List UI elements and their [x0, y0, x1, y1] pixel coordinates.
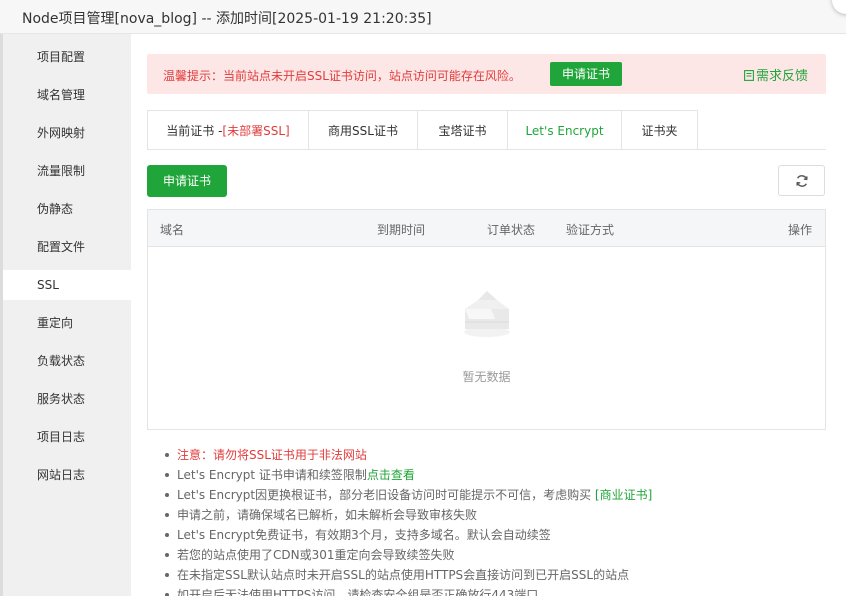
commercial-cert-link[interactable]: [商业证书]: [595, 488, 652, 502]
sidebar-item-config-file[interactable]: 配置文件: [3, 232, 131, 262]
note-item: Let's Encrypt 证书申请和续签限制点击查看: [165, 465, 837, 485]
note-item: 在未指定SSL默认站点时未开启SSL的站点使用HTTPS会直接访问到已开启SSL…: [165, 565, 837, 585]
note-item: 申请之前，请确保域名已解析，如未解析会导致审核失败: [165, 505, 837, 525]
note-item: Let's Encrypt因更换根证书，部分老旧设备访问时可能提示不可信，考虑购…: [165, 485, 837, 505]
tab-current-cert-status: [未部署SSL]: [222, 124, 290, 138]
sidebar-item-rewrite[interactable]: 伪静态: [3, 194, 131, 224]
apply-cert-button[interactable]: 申请证书: [147, 165, 227, 197]
view-limit-link[interactable]: 点击查看: [367, 468, 415, 482]
sidebar-item-ssl[interactable]: SSL: [3, 270, 131, 300]
feedback-link[interactable]: 需求反馈: [744, 65, 808, 84]
tab-current-cert-label: 当前证书 -: [166, 124, 223, 138]
warning-alert: 温馨提示：当前站点未开启SSL证书访问，站点访问可能存在风险。 申请证书 需求反…: [147, 54, 826, 94]
sidebar-item-traffic-limit[interactable]: 流量限制: [3, 156, 131, 186]
window-title: Node项目管理[nova_blog] -- 添加时间[2025-01-19 2…: [22, 11, 432, 27]
note-item: 注意：请勿将SSL证书用于非法网站: [165, 445, 837, 465]
column-expiry: 到期时间: [377, 223, 426, 237]
sidebar-item-project-log[interactable]: 项目日志: [3, 422, 131, 452]
sidebar-item-service-status[interactable]: 服务状态: [3, 384, 131, 414]
close-button[interactable]: [832, 0, 846, 14]
table-header: 域名 到期时间 订单状态 验证方式 操作: [148, 210, 825, 247]
sidebar-item-project-config[interactable]: 项目配置: [3, 42, 131, 72]
tab-commercial-ssl[interactable]: 商用SSL证书: [308, 110, 418, 150]
tab-cert-folder[interactable]: 证书夹: [621, 110, 698, 150]
sidebar: 项目配置 域名管理 外网映射 流量限制 伪静态 配置文件 SSL 重定向 负载状…: [0, 34, 131, 596]
feedback-label: 需求反馈: [756, 69, 809, 84]
empty-box-icon: [464, 291, 510, 337]
tabs-divider: [147, 149, 826, 150]
sidebar-item-load-status[interactable]: 负载状态: [3, 346, 131, 376]
note-item: Let's Encrypt免费证书，有效期3个月，支持多域名。默认会自动续签: [165, 525, 837, 545]
refresh-button[interactable]: [778, 165, 825, 196]
note-text: Let's Encrypt因更换根证书，部分老旧设备访问时可能提示不可信，考虑购…: [177, 488, 595, 502]
tab-letsencrypt[interactable]: Let's Encrypt: [507, 110, 622, 150]
note-item: 如开启后无法使用HTTPS访问，请检查安全组是否正确放行443端口: [165, 585, 837, 596]
sidebar-item-domain[interactable]: 域名管理: [3, 80, 131, 110]
column-order-status: 订单状态: [487, 223, 536, 237]
note-item: 若您的站点使用了CDN或301重定向会导致续签失败: [165, 545, 837, 565]
empty-text: 暂无数据: [462, 370, 511, 384]
notes-list: 注意：请勿将SSL证书用于非法网站 Let's Encrypt 证书申请和续签限…: [165, 445, 837, 596]
alert-apply-button[interactable]: 申请证书: [550, 62, 622, 86]
alert-text: 温馨提示：当前站点未开启SSL证书访问，站点访问可能存在风险。: [163, 69, 521, 83]
title-bar: Node项目管理[nova_blog] -- 添加时间[2025-01-19 2…: [0, 0, 846, 34]
column-actions: 操作: [788, 223, 813, 237]
note-text: Let's Encrypt 证书申请和续签限制: [177, 468, 367, 482]
sidebar-item-site-log[interactable]: 网站日志: [3, 460, 131, 490]
feedback-icon: [744, 70, 754, 81]
tab-baota-cert[interactable]: 宝塔证书: [417, 110, 508, 150]
column-domain: 域名: [160, 223, 185, 237]
main-panel: 温馨提示：当前站点未开启SSL证书访问，站点访问可能存在风险。 申请证书 需求反…: [131, 34, 846, 596]
sidebar-item-redirect[interactable]: 重定向: [3, 308, 131, 338]
tab-current-cert[interactable]: 当前证书 -[未部署SSL]: [147, 110, 309, 150]
sidebar-item-port-mapping[interactable]: 外网映射: [3, 118, 131, 148]
cert-table: 域名 到期时间 订单状态 验证方式 操作 暂无数据: [147, 209, 826, 430]
refresh-icon: [796, 175, 808, 187]
column-verify-method: 验证方式: [566, 223, 615, 237]
